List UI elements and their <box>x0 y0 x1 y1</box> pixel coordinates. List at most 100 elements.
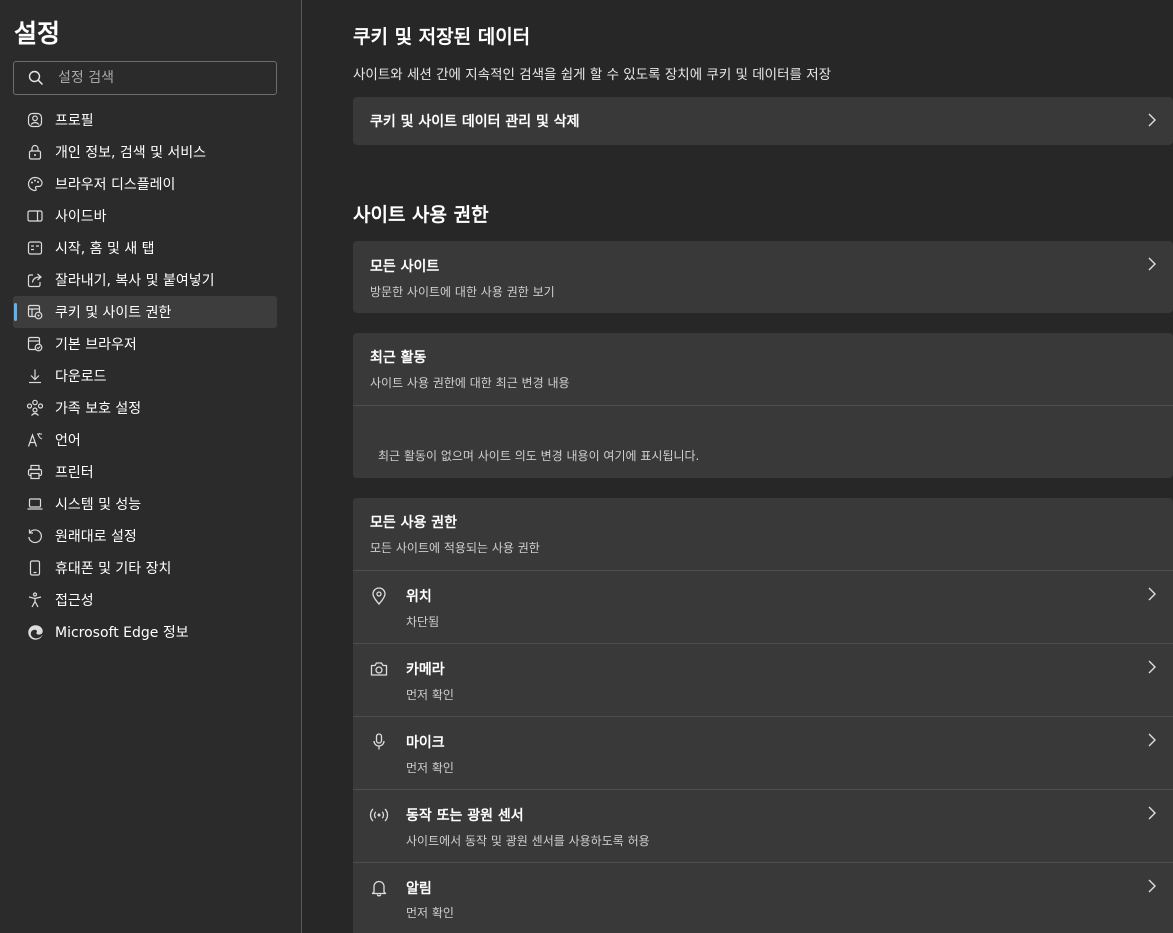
all-sites-subtitle: 방문한 사이트에 대한 사용 권한 보기 <box>370 285 555 299</box>
sidebar-item-label: 접근성 <box>55 593 94 609</box>
sidebar-title: 설정 <box>14 19 61 48</box>
sidebar-item-privacy[interactable]: 개인 정보, 검색 및 서비스 <box>13 136 277 168</box>
sidebar-item-label: 언어 <box>55 433 81 449</box>
recent-activity-title: 최근 활동 <box>370 350 427 366</box>
palette-icon <box>13 168 55 200</box>
cookie-permissions-icon <box>13 296 55 328</box>
sidebar-item-system[interactable]: 시스템 및 성능 <box>13 488 277 520</box>
laptop-icon <box>13 488 55 520</box>
sidebar-item-label: 사이드바 <box>55 209 107 225</box>
sidebar-item-reset[interactable]: 원래대로 설정 <box>13 520 277 552</box>
permission-row-location[interactable]: 위치 차단됨 <box>353 571 1173 643</box>
sidebar-item-label: 프로필 <box>55 113 94 129</box>
permission-title: 카메라 <box>406 662 445 678</box>
manage-cookies-label: 쿠키 및 사이트 데이터 관리 및 삭제 <box>370 114 580 130</box>
sidebar-item-accessibility[interactable]: 접근성 <box>13 584 277 616</box>
settings-nav: 프로필 개인 정보, 검색 및 서비스 브라우저 디스플레이 사이드바 시작, … <box>13 104 277 648</box>
location-pin-icon <box>369 586 389 606</box>
all-permissions-title: 모든 사용 권한 <box>370 515 458 531</box>
sidebar-item-phone-devices[interactable]: 휴대폰 및 기타 장치 <box>13 552 277 584</box>
sidebar-item-label: 브라우저 디스플레이 <box>55 177 176 193</box>
sensor-icon <box>369 805 389 825</box>
sidebar-item-languages[interactable]: 언어 <box>13 424 277 456</box>
default-browser-icon <box>13 328 55 360</box>
chevron-right-icon <box>1148 879 1156 893</box>
microphone-icon <box>369 732 389 752</box>
sidebar-item-label: 시스템 및 성능 <box>55 497 142 513</box>
chevron-right-icon <box>1148 733 1156 747</box>
chevron-right-icon <box>1148 257 1156 271</box>
all-sites-title: 모든 사이트 <box>370 259 440 275</box>
sidebar-item-printers[interactable]: 프린터 <box>13 456 277 488</box>
cookies-description: 사이트와 세션 간에 지속적인 검색을 쉽게 할 수 있도록 장치에 쿠키 및 … <box>353 67 832 83</box>
profile-icon <box>13 104 55 136</box>
sidebar-item-default-browser[interactable]: 기본 브라우저 <box>13 328 277 360</box>
sidebar-item-family[interactable]: 가족 보호 설정 <box>13 392 277 424</box>
edge-logo-icon <box>13 616 55 648</box>
sidebar-item-label: 프린터 <box>55 465 94 481</box>
chevron-right-icon <box>1148 587 1156 601</box>
all-permissions-subtitle: 모든 사이트에 적용되는 사용 권한 <box>370 541 540 555</box>
permission-title: 위치 <box>406 589 432 605</box>
permission-subtitle: 먼저 확인 <box>406 906 454 920</box>
permission-title: 마이크 <box>406 735 445 751</box>
main-content: 쿠키 및 저장된 데이터 사이트와 세션 간에 지속적인 검색을 쉽게 할 수 … <box>303 0 1173 933</box>
site-permissions-heading: 사이트 사용 권한 <box>353 204 489 226</box>
lock-icon <box>13 136 55 168</box>
sidebar-item-label: 기본 브라우저 <box>55 337 137 353</box>
sidebar-item-share-copy-paste[interactable]: 잘라내기, 복사 및 붙여넣기 <box>13 264 277 296</box>
sidebar-item-profile[interactable]: 프로필 <box>13 104 277 136</box>
share-icon <box>13 264 55 296</box>
permission-row-motion-sensors[interactable]: 동작 또는 광원 센서 사이트에서 동작 및 광원 센서를 사용하도록 허용 <box>353 790 1173 862</box>
permission-row-microphone[interactable]: 마이크 먼저 확인 <box>353 717 1173 789</box>
permission-subtitle: 차단됨 <box>406 615 440 629</box>
recent-activity-empty-text: 최근 활동이 없으며 사이트 의도 변경 내용이 여기에 표시됩니다. <box>378 449 700 463</box>
sidebar-item-label: 가족 보호 설정 <box>55 401 142 417</box>
bell-icon <box>369 878 389 898</box>
settings-sidebar: 설정 프로필 개인 정보, 검색 및 서비스 브라우저 디스플레이 사이드바 시… <box>0 0 302 933</box>
sidebar-item-appearance[interactable]: 브라우저 디스플레이 <box>13 168 277 200</box>
sidebar-item-sidebar[interactable]: 사이드바 <box>13 200 277 232</box>
sidebar-item-label: 잘라내기, 복사 및 붙여넣기 <box>55 273 215 289</box>
accessibility-icon <box>13 584 55 616</box>
permission-row-notifications[interactable]: 알림 먼저 확인 <box>353 863 1173 933</box>
home-tab-icon <box>13 232 55 264</box>
sidebar-item-about-edge[interactable]: Microsoft Edge 정보 <box>13 616 277 648</box>
permission-subtitle: 사이트에서 동작 및 광원 센서를 사용하도록 허용 <box>406 834 650 848</box>
sidebar-item-downloads[interactable]: 다운로드 <box>13 360 277 392</box>
all-sites-row[interactable]: 모든 사이트 방문한 사이트에 대한 사용 권한 보기 <box>353 241 1173 313</box>
chevron-right-icon <box>1148 806 1156 820</box>
permission-title: 동작 또는 광원 센서 <box>406 808 524 824</box>
permission-subtitle: 먼저 확인 <box>406 688 454 702</box>
chevron-right-icon <box>1148 660 1156 674</box>
search-box[interactable] <box>13 61 277 95</box>
sidebar-item-label: 원래대로 설정 <box>55 529 137 545</box>
cookies-heading: 쿠키 및 저장된 데이터 <box>353 26 531 48</box>
divider <box>353 405 1173 406</box>
sidebar-item-label: Microsoft Edge 정보 <box>55 625 189 641</box>
permission-row-camera[interactable]: 카메라 먼저 확인 <box>353 644 1173 716</box>
search-input[interactable] <box>58 70 258 86</box>
download-icon <box>13 360 55 392</box>
sidebar-item-label: 개인 정보, 검색 및 서비스 <box>55 145 207 161</box>
reset-icon <box>13 520 55 552</box>
phone-icon <box>13 552 55 584</box>
permission-title: 알림 <box>406 881 432 897</box>
sidebar-icon <box>13 200 55 232</box>
chevron-right-icon <box>1148 113 1156 127</box>
family-icon <box>13 392 55 424</box>
sidebar-item-label: 쿠키 및 사이트 권한 <box>55 305 172 321</box>
language-icon <box>13 424 55 456</box>
recent-activity-subtitle: 사이트 사용 권한에 대한 최근 변경 내용 <box>370 376 570 390</box>
all-permissions-card: 모든 사용 권한 모든 사이트에 적용되는 사용 권한 위치 차단됨 카메라 먼… <box>353 498 1173 933</box>
sidebar-item-label: 시작, 홈 및 새 탭 <box>55 241 155 257</box>
recent-activity-card: 최근 활동 사이트 사용 권한에 대한 최근 변경 내용 최근 활동이 없으며 … <box>353 333 1173 478</box>
manage-cookies-row[interactable]: 쿠키 및 사이트 데이터 관리 및 삭제 <box>353 97 1173 145</box>
search-icon <box>14 70 58 86</box>
printer-icon <box>13 456 55 488</box>
sidebar-item-cookies-permissions[interactable]: 쿠키 및 사이트 권한 <box>13 296 277 328</box>
sidebar-item-label: 다운로드 <box>55 369 107 385</box>
camera-icon <box>369 659 389 679</box>
sidebar-item-start-home[interactable]: 시작, 홈 및 새 탭 <box>13 232 277 264</box>
permission-subtitle: 먼저 확인 <box>406 761 454 775</box>
